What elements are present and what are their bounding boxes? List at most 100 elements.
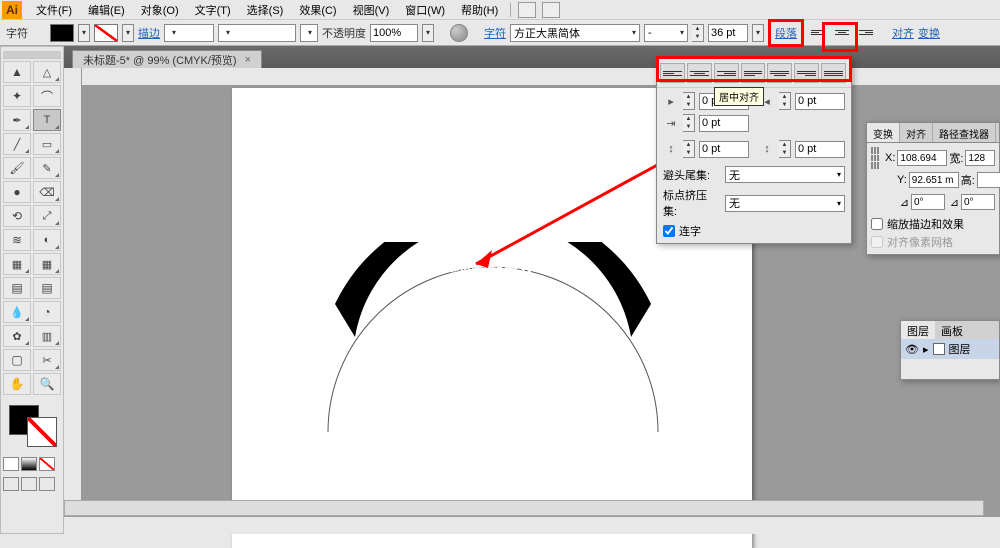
document-tab[interactable]: 未标题-5* @ 99% (CMYK/预览) × — [72, 50, 262, 68]
pencil-tool[interactable]: ✎ — [33, 157, 61, 179]
space-after-spin[interactable]: ▲▼ — [779, 140, 791, 158]
para-justify-left[interactable] — [741, 63, 766, 83]
para-justify-right[interactable] — [794, 63, 819, 83]
fill-dd[interactable] — [78, 24, 90, 42]
tab-layers[interactable]: 图层 — [901, 321, 935, 339]
first-line-input[interactable] — [699, 115, 749, 132]
draw-normal[interactable] — [3, 477, 19, 491]
visibility-icon[interactable]: 👁 — [905, 343, 919, 356]
recolor-icon[interactable] — [450, 24, 468, 42]
hyphenate-checkbox[interactable]: 连字 — [663, 223, 845, 239]
align-left-button[interactable] — [808, 24, 828, 42]
reference-point[interactable] — [871, 147, 879, 169]
eraser-tool[interactable]: ⌫ — [33, 181, 61, 203]
space-after-input[interactable] — [795, 141, 845, 158]
gradient-tool[interactable]: ▤ — [33, 277, 61, 299]
align-pixel-checkbox[interactable]: 对齐像素网格 — [871, 234, 995, 250]
para-align-left[interactable] — [660, 63, 685, 83]
font-style-select[interactable]: - — [644, 24, 688, 42]
align-center-button[interactable] — [832, 24, 852, 42]
fill-stroke-control[interactable] — [5, 401, 61, 451]
para-justify-all[interactable] — [821, 63, 846, 83]
transform-link[interactable]: 变换 — [918, 25, 940, 41]
scale-tool[interactable]: ⤢ — [33, 205, 61, 227]
symbol-sprayer-tool[interactable]: ✿ — [3, 325, 31, 347]
mesh-tool[interactable]: ▤ — [3, 277, 31, 299]
layout-icon[interactable] — [518, 2, 536, 18]
y-input[interactable] — [909, 172, 959, 188]
scrollbar-horizontal[interactable] — [64, 500, 984, 516]
scale-strokes-input[interactable] — [871, 218, 883, 230]
width-tool[interactable]: ≋ — [3, 229, 31, 251]
path-text-object[interactable]: ai教程之路径文字 — [308, 242, 678, 482]
shear-input[interactable] — [961, 194, 995, 210]
menu-view[interactable]: 视图(V) — [345, 0, 398, 20]
selection-tool[interactable]: ▲ — [3, 61, 31, 83]
menu-window[interactable]: 窗口(W) — [397, 0, 453, 20]
align-link[interactable]: 对齐 — [892, 25, 914, 41]
graph-tool[interactable]: ▥ — [33, 325, 61, 347]
perspective-tool[interactable]: ▦ — [33, 253, 61, 275]
rotate-tool[interactable]: ⟲ — [3, 205, 31, 227]
fill-swatch[interactable] — [50, 24, 74, 42]
slice-tool[interactable]: ✂ — [33, 349, 61, 371]
brush-def[interactable] — [300, 24, 318, 42]
blob-brush-tool[interactable]: ● — [3, 181, 31, 203]
paragraph-link[interactable]: 段落 — [768, 19, 804, 47]
draw-behind[interactable] — [21, 477, 37, 491]
size-spinner[interactable]: ▲▼ — [692, 24, 704, 42]
tab-pathfinder[interactable]: 路径查找器 — [933, 123, 996, 142]
menu-file[interactable]: 文件(F) — [28, 0, 80, 20]
zoom-tool[interactable]: 🔍 — [33, 373, 61, 395]
none-mode[interactable] — [39, 457, 55, 471]
tab-artboards[interactable]: 画板 — [935, 321, 969, 339]
size-dd[interactable] — [752, 24, 764, 42]
line-tool[interactable]: ╱ — [3, 133, 31, 155]
gradient-mode[interactable] — [21, 457, 37, 471]
indent-right-input[interactable] — [795, 93, 845, 110]
close-tab-icon[interactable]: × — [245, 54, 251, 66]
menu-effect[interactable]: 效果(C) — [291, 0, 344, 20]
indent-left-spin[interactable]: ▲▼ — [683, 92, 695, 110]
stroke-swatch[interactable] — [94, 24, 118, 42]
draw-inside[interactable] — [39, 477, 55, 491]
para-align-right[interactable] — [714, 63, 739, 83]
layer-row[interactable]: 👁 ▸ 图层 — [901, 339, 999, 359]
arrange-icon[interactable] — [542, 2, 560, 18]
opacity-input[interactable]: 100% — [370, 24, 418, 42]
magic-wand-tool[interactable]: ✦ — [3, 85, 31, 107]
direct-selection-tool[interactable]: △ — [33, 61, 61, 83]
h-input[interactable] — [977, 172, 1000, 188]
layer-name[interactable]: 图层 — [949, 341, 971, 357]
menu-help[interactable]: 帮助(H) — [453, 0, 506, 20]
first-line-spin[interactable]: ▲▼ — [683, 114, 695, 132]
lasso-tool[interactable]: ⌒ — [33, 85, 61, 107]
mojikumi-select[interactable]: 无 — [725, 195, 845, 212]
align-right-button[interactable] — [856, 24, 876, 42]
artboard-tool[interactable]: ▢ — [3, 349, 31, 371]
font-family-select[interactable]: 方正大黑简体 — [510, 24, 640, 42]
indent-right-spin[interactable]: ▲▼ — [779, 92, 791, 110]
tab-align[interactable]: 对齐 — [900, 123, 933, 142]
warp-tool[interactable]: ◐ — [33, 229, 61, 251]
x-input[interactable] — [897, 150, 947, 166]
angle-input[interactable] — [911, 194, 945, 210]
brush-tool[interactable]: 🖌 — [3, 157, 31, 179]
dock-handle[interactable] — [3, 51, 61, 59]
shape-builder-tool[interactable]: ▦ — [3, 253, 31, 275]
space-before-input[interactable] — [699, 141, 749, 158]
rectangle-tool[interactable]: ▭ — [33, 133, 61, 155]
stroke-dd[interactable] — [122, 24, 134, 42]
expand-icon[interactable]: ▸ — [923, 343, 929, 356]
menu-object[interactable]: 对象(O) — [133, 0, 187, 20]
space-before-spin[interactable]: ▲▼ — [683, 140, 695, 158]
scale-strokes-checkbox[interactable]: 缩放描边和效果 — [871, 216, 995, 232]
type-tool[interactable]: T — [33, 109, 61, 131]
tab-transform[interactable]: 变换 — [867, 123, 900, 142]
opacity-dd[interactable] — [422, 24, 434, 42]
char-link[interactable]: 字符 — [484, 25, 506, 41]
pen-tool[interactable]: ✒ — [3, 109, 31, 131]
menu-type[interactable]: 文字(T) — [187, 0, 239, 20]
menu-select[interactable]: 选择(S) — [239, 0, 292, 20]
var-width[interactable] — [218, 24, 296, 42]
